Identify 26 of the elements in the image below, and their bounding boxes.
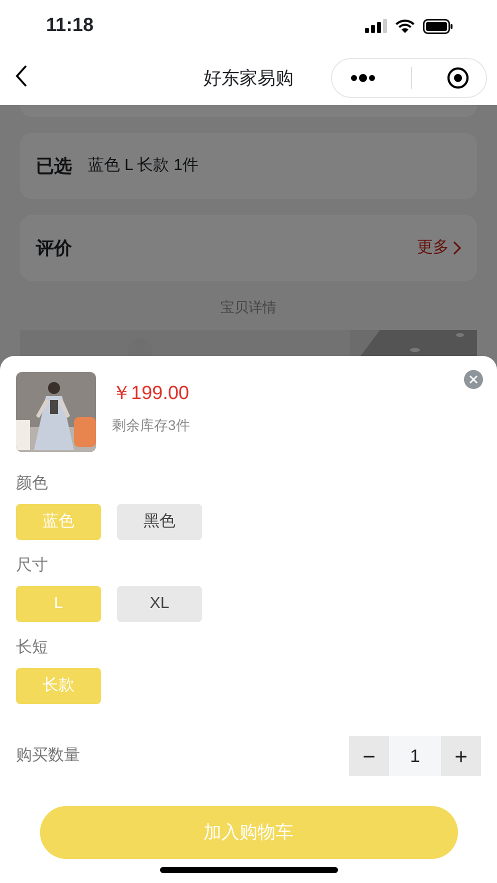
close-icon bbox=[469, 375, 478, 384]
more-link[interactable]: 更多 bbox=[417, 236, 461, 260]
signal-icon bbox=[365, 19, 387, 33]
quantity-label: 购买数量 bbox=[16, 746, 80, 766]
battery-icon bbox=[423, 18, 453, 34]
spec-label: 长短 bbox=[16, 638, 49, 658]
chevron-right-icon bbox=[453, 241, 461, 255]
price: ￥199.00 bbox=[112, 382, 190, 406]
selected-label: 已选 bbox=[36, 154, 72, 178]
page-title: 好东家易购 bbox=[204, 67, 294, 90]
option-button[interactable]: 黑色 bbox=[117, 504, 202, 540]
selected-value: 蓝色 L 长款 1件 bbox=[88, 156, 199, 176]
option-button[interactable]: XL bbox=[117, 586, 202, 622]
wifi-icon bbox=[395, 19, 415, 33]
back-icon bbox=[14, 64, 28, 88]
decrease-button[interactable]: − bbox=[349, 736, 389, 776]
reviews-label: 评价 bbox=[36, 236, 72, 260]
more-icon[interactable] bbox=[350, 74, 376, 82]
status-time: 11:18 bbox=[46, 14, 94, 38]
spec-label: 尺寸 bbox=[16, 556, 49, 576]
spec-label: 颜色 bbox=[16, 474, 49, 494]
stock-text: 剩余库存3件 bbox=[112, 416, 190, 435]
quantity-value: 1 bbox=[389, 736, 441, 776]
increase-button[interactable]: + bbox=[441, 736, 481, 776]
close-button[interactable] bbox=[464, 370, 483, 389]
back-button[interactable] bbox=[14, 64, 28, 88]
